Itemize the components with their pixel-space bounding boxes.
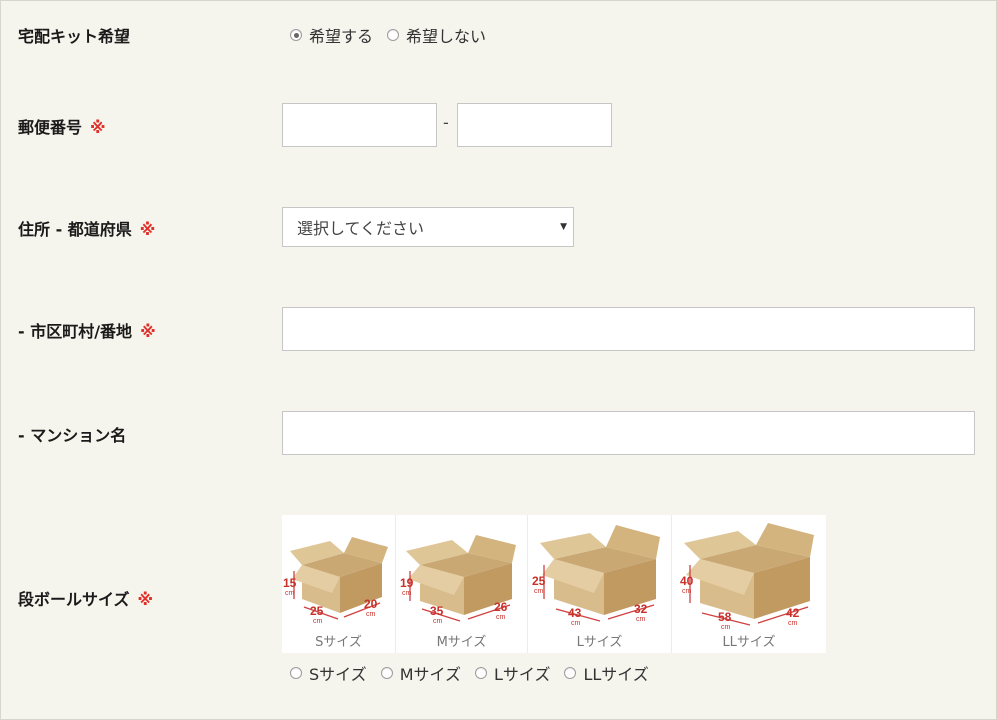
l-width-value: 43 <box>568 606 582 620</box>
l-depth-unit: cm <box>636 616 646 623</box>
box-caption-ll: LLサイズ <box>722 635 776 650</box>
building-name-input[interactable] <box>282 411 975 455</box>
box-caption-m: Mサイズ <box>436 635 487 650</box>
postal-label: 郵便番号 ※ <box>18 114 106 138</box>
m-width-value: 35 <box>430 604 444 618</box>
ll-height-value: 40 <box>680 574 694 588</box>
m-width-unit: cm <box>433 618 443 625</box>
cardboard-box-icon: 25 cm 43 cm 32 cm <box>532 525 660 627</box>
box-size-option-ll[interactable]: LLサイズ <box>564 661 649 685</box>
ll-depth-unit: cm <box>788 620 798 627</box>
prefecture-select-value: 選択してください <box>297 219 425 238</box>
prefecture-required-mark: ※ <box>139 220 156 239</box>
s-depth-unit: cm <box>366 611 376 618</box>
postal-label-text: 郵便番号 <box>18 118 83 137</box>
box-size-s-label: Sサイズ <box>309 665 367 684</box>
l-depth-value: 32 <box>634 602 648 616</box>
m-depth-value: 26 <box>494 600 508 614</box>
kit-no-label: 希望しない <box>406 27 487 46</box>
box-size-option-l[interactable]: Lサイズ <box>475 661 550 685</box>
box-size-label: 段ボールサイズ ※ <box>18 586 153 610</box>
l-width-unit: cm <box>571 620 581 627</box>
box-image-ll: 40 cm 58 cm 42 cm LLサイズ <box>672 515 826 653</box>
cardboard-box-icon: 19 cm 35 cm 26 cm <box>400 535 516 625</box>
box-size-ll-radio[interactable] <box>564 667 577 679</box>
box-size-m-label: Mサイズ <box>399 665 462 684</box>
box-caption-l: Lサイズ <box>576 635 623 650</box>
building-label: - マンション名 <box>18 422 126 446</box>
s-height-value: 15 <box>283 576 297 590</box>
box-size-l-label: Lサイズ <box>494 665 551 684</box>
s-height-unit: cm <box>285 590 295 597</box>
m-height-unit: cm <box>402 590 412 597</box>
box-size-label-text: 段ボールサイズ <box>18 590 130 609</box>
kit-label: 宅配キット希望 <box>18 23 130 47</box>
ll-width-value: 58 <box>718 610 732 624</box>
m-height-value: 19 <box>400 576 414 590</box>
postal-code-second-input[interactable] <box>457 103 612 147</box>
box-size-m-radio[interactable] <box>380 667 393 679</box>
box-image-l: 25 cm 43 cm 32 cm Lサイズ <box>528 515 672 653</box>
kit-label-text: 宅配キット希望 <box>18 27 131 46</box>
postal-required-mark: ※ <box>90 118 106 137</box>
building-label-text: - マンション名 <box>18 426 127 445</box>
kit-radio-group: 希望する 希望しない <box>290 23 500 47</box>
cardboard-box-icon: 40 cm 58 cm 42 cm <box>680 523 814 631</box>
kit-no-radio[interactable] <box>387 29 400 41</box>
s-width-value: 25 <box>310 604 324 618</box>
ll-height-unit: cm <box>682 588 692 595</box>
kit-option-no[interactable]: 希望しない <box>387 23 486 47</box>
postal-separator: - <box>443 113 449 132</box>
box-size-option-m[interactable]: Mサイズ <box>380 661 462 685</box>
box-size-ll-label: LLサイズ <box>583 665 649 684</box>
box-size-option-s[interactable]: Sサイズ <box>290 661 367 685</box>
city-label-text: - 市区町村/番地 <box>18 322 133 341</box>
s-depth-value: 20 <box>364 597 378 611</box>
m-depth-unit: cm <box>496 614 506 621</box>
l-height-unit: cm <box>534 588 544 595</box>
dropdown-arrow-icon: ▼ <box>560 222 567 232</box>
box-size-required-mark: ※ <box>137 590 154 609</box>
ll-width-unit: cm <box>721 624 731 631</box>
prefecture-label-text: 住所 - 都道府県 <box>18 220 132 239</box>
box-size-images: 15 cm 25 cm 20 cm Sサイズ 19 cm 35 cm 26 cm <box>282 515 826 653</box>
prefecture-label: 住所 - 都道府県 ※ <box>18 216 155 240</box>
kit-yes-label: 希望する <box>309 27 374 46</box>
l-height-value: 25 <box>532 574 546 588</box>
box-size-radio-group: Sサイズ Mサイズ Lサイズ LLサイズ <box>290 661 663 685</box>
ll-depth-value: 42 <box>786 606 800 620</box>
city-address-input[interactable] <box>282 307 975 351</box>
s-width-unit: cm <box>313 618 323 625</box>
box-size-s-radio[interactable] <box>290 667 302 679</box>
cardboard-box-icon: 15 cm 25 cm 20 cm <box>283 537 388 625</box>
postal-code-first-input[interactable] <box>282 103 437 147</box>
box-caption-s: Sサイズ <box>315 635 362 650</box>
kit-option-yes[interactable]: 希望する <box>290 23 373 47</box>
box-size-l-radio[interactable] <box>475 667 488 679</box>
box-image-m: 19 cm 35 cm 26 cm Mサイズ <box>396 515 528 653</box>
box-image-s: 15 cm 25 cm 20 cm Sサイズ <box>282 515 396 653</box>
kit-yes-radio[interactable] <box>290 29 302 41</box>
prefecture-select[interactable]: 選択してください ▼ <box>282 207 574 247</box>
city-label: - 市区町村/番地 ※ <box>18 318 156 342</box>
city-required-mark: ※ <box>140 322 156 341</box>
